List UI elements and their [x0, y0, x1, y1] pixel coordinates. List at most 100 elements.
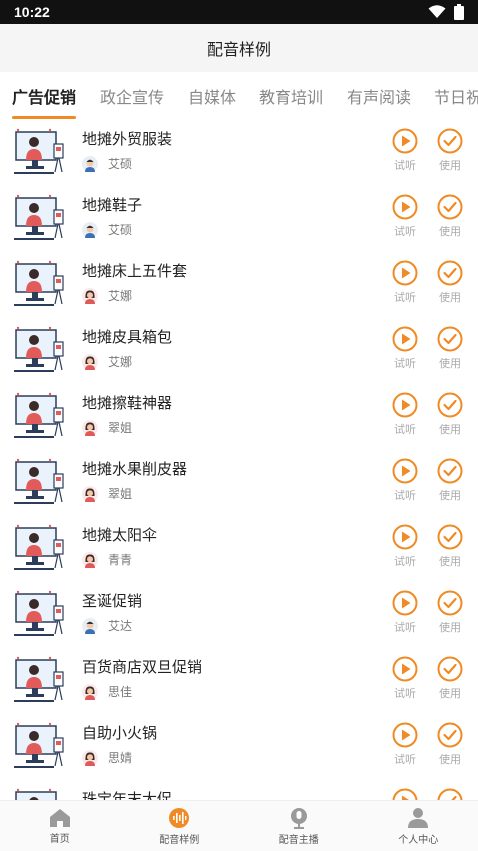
- check-icon: [437, 326, 463, 352]
- nav-samples[interactable]: 配音样例: [120, 801, 240, 851]
- microphone-icon: [290, 807, 307, 829]
- use-button[interactable]: 使用: [430, 524, 470, 569]
- nav-anchors-label: 配音主播: [278, 834, 319, 846]
- listen-button[interactable]: 试听: [385, 656, 425, 701]
- sample-thumbnail: [14, 524, 66, 570]
- tab-self-media[interactable]: 自媒体: [188, 72, 236, 120]
- use-button[interactable]: 使用: [430, 326, 470, 371]
- voice-name: 翠姐: [108, 421, 133, 435]
- tab-ad-promotion[interactable]: 广告促销: [12, 72, 76, 120]
- sample-title: 地摊外贸服装: [82, 130, 173, 148]
- play-icon: [392, 524, 418, 550]
- check-icon: [437, 128, 463, 154]
- sample-thumbnail: [14, 722, 66, 768]
- wifi-icon: [428, 5, 446, 18]
- tab-education[interactable]: 教育培训: [259, 72, 323, 120]
- page-title: 配音样例: [206, 40, 271, 59]
- nav-anchors[interactable]: 配音主播: [239, 801, 359, 851]
- use-button[interactable]: 使用: [430, 458, 470, 503]
- listen-button[interactable]: 试听: [385, 128, 425, 173]
- listen-label: 试听: [394, 687, 416, 700]
- use-button[interactable]: 使用: [430, 260, 470, 305]
- voice-avatar: [82, 156, 98, 172]
- use-button[interactable]: 使用: [430, 788, 470, 800]
- voice-avatar: [82, 420, 98, 436]
- play-icon: [392, 194, 418, 220]
- nav-profile[interactable]: 个人中心: [359, 801, 478, 851]
- check-icon: [437, 722, 463, 748]
- listen-label: 试听: [394, 753, 416, 766]
- home-icon: [49, 808, 70, 827]
- check-icon: [437, 590, 463, 616]
- check-icon: [437, 458, 463, 484]
- listen-button[interactable]: 试听: [385, 524, 425, 569]
- status-time: 10:22: [14, 4, 50, 20]
- voice-avatar: [82, 552, 98, 568]
- list-item[interactable]: 珠宝年末大促 试听使用: [0, 780, 478, 800]
- listen-button[interactable]: 试听: [385, 194, 425, 239]
- voice-name: 翠姐: [108, 487, 133, 501]
- listen-button[interactable]: 试听: [385, 392, 425, 437]
- list-item[interactable]: 地摊水果削皮器 翠姐 试听 使用: [0, 450, 478, 516]
- voice-name: 艾硕: [108, 223, 133, 237]
- bottom-nav: 首页 配音样例 配音主播 个人中心: [0, 800, 478, 851]
- play-icon: [392, 392, 418, 418]
- tab-audiobook[interactable]: 有声阅读: [347, 72, 411, 120]
- voice-avatar: [82, 618, 98, 634]
- sample-thumbnail: [14, 392, 66, 438]
- voice-avatar: [82, 684, 98, 700]
- voice-name: 艾娜: [108, 355, 133, 369]
- voice-name: 艾娜: [108, 289, 133, 303]
- list-item[interactable]: 地摊床上五件套 艾娜 试听 使用: [0, 252, 478, 318]
- list-item[interactable]: 百货商店双旦促销 思佳 试听 使用: [0, 648, 478, 714]
- listen-label: 试听: [394, 225, 416, 238]
- title-bar: 配音样例: [0, 24, 478, 72]
- tab-festival[interactable]: 节日祝: [434, 72, 478, 120]
- list-item[interactable]: 地摊外贸服装 艾硕 试听 使用: [0, 120, 478, 186]
- use-button[interactable]: 使用: [430, 392, 470, 437]
- nav-home-label: 首页: [49, 833, 70, 845]
- list-item[interactable]: 地摊擦鞋神器 翠姐 试听 使用: [0, 384, 478, 450]
- listen-button[interactable]: 试听: [385, 722, 425, 767]
- listen-label: 试听: [394, 357, 416, 370]
- sample-list: 地摊外贸服装 艾硕 试听 使用 地摊鞋子 艾硕 试听 使用 地摊床上五件套 艾娜 试听 使用 地摊皮具箱…: [0, 120, 478, 800]
- use-button[interactable]: 使用: [430, 128, 470, 173]
- nav-home[interactable]: 首页: [0, 801, 120, 851]
- listen-button[interactable]: 试听: [385, 260, 425, 305]
- category-tabs: 广告促销 政企宣传 自媒体 教育培训 有声阅读 节日祝: [0, 72, 478, 120]
- sample-thumbnail: [14, 788, 66, 800]
- tab-indicator: [12, 116, 76, 119]
- voice-name: 思婧: [108, 751, 133, 765]
- sample-thumbnail: [14, 194, 66, 240]
- use-label: 使用: [439, 687, 461, 700]
- listen-button[interactable]: 试听: [385, 458, 425, 503]
- list-item[interactable]: 圣诞促销艾达 试听 使用: [0, 582, 478, 648]
- use-button[interactable]: 使用: [430, 590, 470, 635]
- voice-name: 艾达: [108, 619, 133, 633]
- use-label: 使用: [439, 423, 461, 436]
- list-item[interactable]: 地摊皮具箱包艾娜 试听 使用: [0, 318, 478, 384]
- listen-label: 试听: [394, 489, 416, 502]
- sample-title: 自助小火锅: [82, 724, 158, 742]
- status-bar: 10:22: [0, 0, 478, 24]
- sample-title: 地摊皮具箱包: [82, 328, 173, 346]
- use-label: 使用: [439, 621, 461, 634]
- sample-thumbnail: [14, 326, 66, 372]
- use-button[interactable]: 使用: [430, 194, 470, 239]
- list-item[interactable]: 地摊鞋子 艾硕 试听 使用: [0, 186, 478, 252]
- listen-button[interactable]: 试听: [385, 590, 425, 635]
- play-icon: [392, 326, 418, 352]
- list-item[interactable]: 地摊太阳伞 青青 试听 使用: [0, 516, 478, 582]
- list-item[interactable]: 自助小火锅思婧 试听 使用: [0, 714, 478, 780]
- sample-title: 圣诞促销: [82, 592, 143, 610]
- listen-button[interactable]: 试听: [385, 326, 425, 371]
- use-button[interactable]: 使用: [430, 656, 470, 701]
- sample-thumbnail: [14, 590, 66, 636]
- listen-button[interactable]: 试听: [385, 788, 425, 800]
- play-icon: [392, 722, 418, 748]
- play-icon: [392, 590, 418, 616]
- play-icon: [392, 656, 418, 682]
- tab-government-enterprise[interactable]: 政企宣传: [100, 72, 164, 120]
- check-icon: [437, 392, 463, 418]
- use-button[interactable]: 使用: [430, 722, 470, 767]
